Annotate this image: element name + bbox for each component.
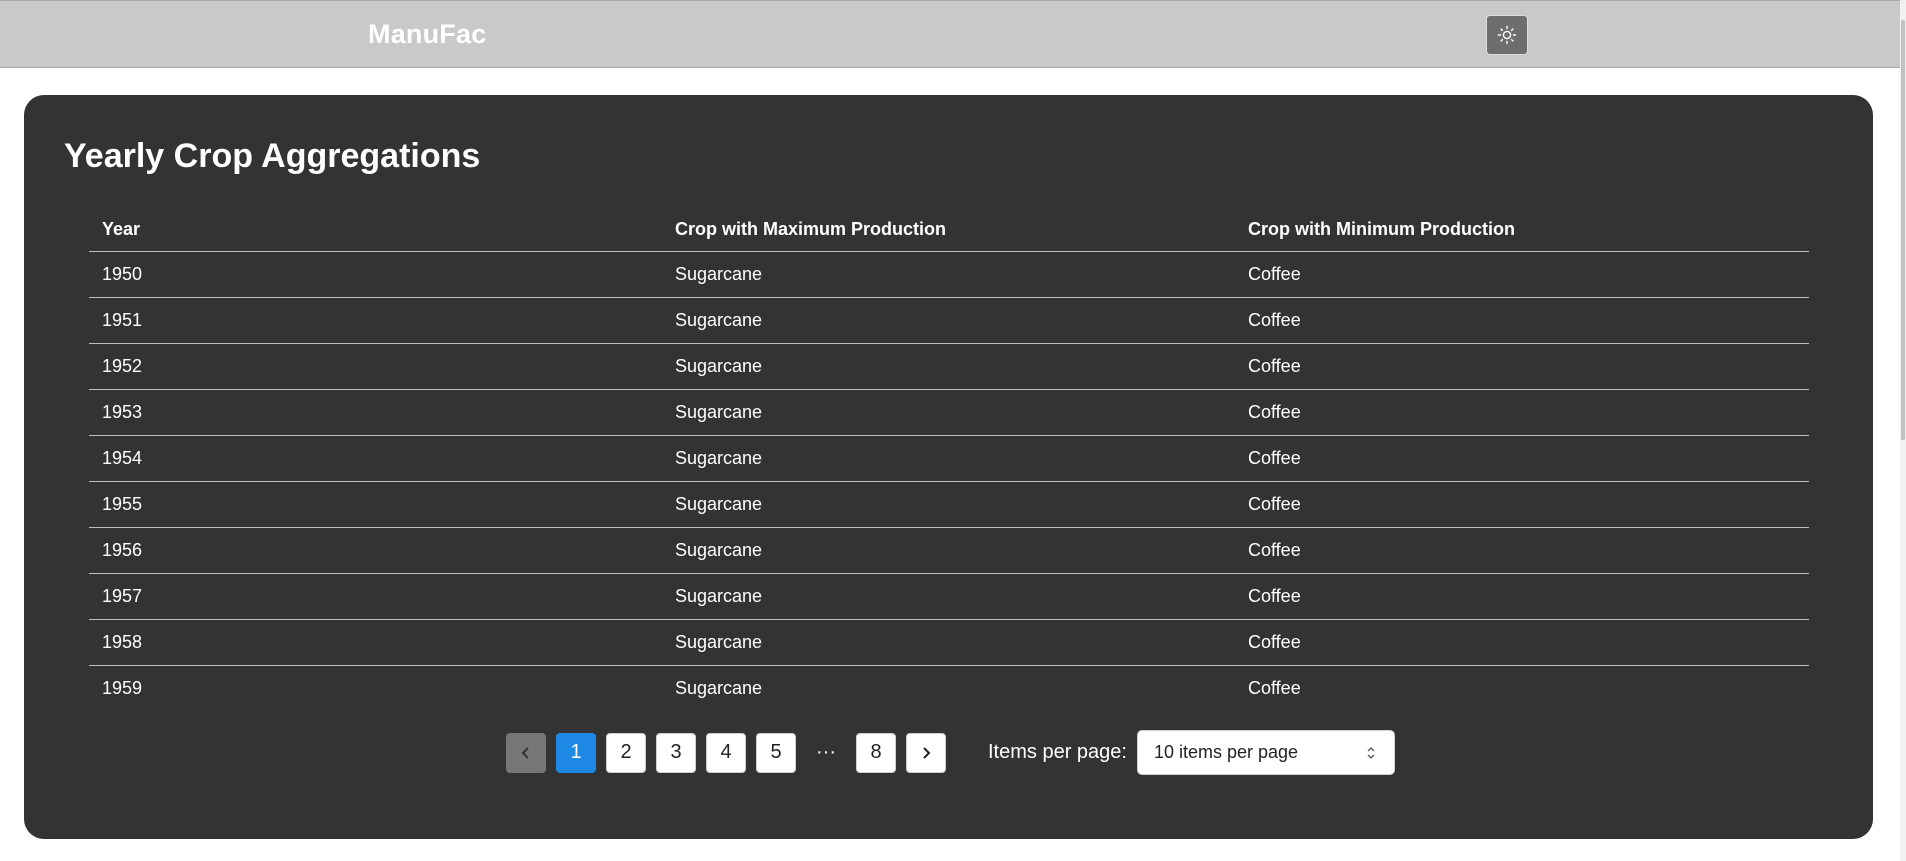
top-navbar: ManuFac bbox=[0, 0, 1900, 68]
cell-year: 1954 bbox=[89, 435, 662, 482]
page-scrollbar[interactable] bbox=[1900, 0, 1906, 861]
items-per-page-select[interactable]: 10 items per page bbox=[1136, 730, 1395, 775]
theme-toggle-button[interactable] bbox=[1486, 15, 1528, 55]
cell-min-crop: Coffee bbox=[1235, 435, 1809, 482]
table-row: 1958 Sugarcane Coffee bbox=[89, 619, 1809, 666]
next-page-button[interactable] bbox=[906, 732, 946, 773]
table-row: 1956 Sugarcane Coffee bbox=[89, 527, 1809, 574]
page-button-4[interactable]: 4 bbox=[706, 732, 746, 773]
items-per-page-label: Items per page: bbox=[988, 741, 1127, 763]
chevron-left-icon bbox=[521, 746, 529, 759]
page-button-last[interactable]: 8 bbox=[856, 732, 896, 773]
cell-min-crop: Coffee bbox=[1248, 678, 1301, 698]
cell-max-crop: Sugarcane bbox=[662, 297, 1235, 344]
cell-year: 1952 bbox=[89, 343, 662, 390]
page-title: Yearly Crop Aggregations bbox=[64, 137, 481, 175]
table-row: 1953 Sugarcane Coffee bbox=[89, 389, 1809, 436]
cell-min-crop: Coffee bbox=[1235, 343, 1809, 390]
page-button-1[interactable]: 1 bbox=[556, 732, 596, 773]
sun-icon bbox=[1497, 25, 1517, 45]
cell-year: 1956 bbox=[89, 527, 662, 574]
cell-min-crop: Coffee bbox=[1235, 251, 1809, 298]
table-row: 1950 Sugarcane Coffee bbox=[89, 251, 1809, 298]
scrollbar-thumb[interactable] bbox=[1901, 20, 1905, 440]
cell-year: 1958 bbox=[89, 619, 662, 666]
cell-min-crop: Coffee bbox=[1235, 527, 1809, 574]
pagination-ellipsis: ··· bbox=[816, 741, 836, 763]
page-button-3[interactable]: 3 bbox=[656, 732, 696, 773]
table-row: 1954 Sugarcane Coffee bbox=[89, 435, 1809, 482]
column-header-min-crop: Crop with Minimum Production bbox=[1235, 207, 1809, 252]
cell-year: 1959 bbox=[102, 678, 143, 698]
column-header-max-crop: Crop with Maximum Production bbox=[662, 207, 1235, 252]
page: ManuFac Yearly Crop Aggregations Year Cr… bbox=[0, 0, 1906, 861]
previous-page-button[interactable] bbox=[506, 732, 546, 773]
cell-max-crop: Sugarcane bbox=[662, 619, 1235, 666]
cell-max-crop: Sugarcane bbox=[662, 343, 1235, 390]
cell-min-crop: Coffee bbox=[1235, 389, 1809, 436]
cell-max-crop: Sugarcane bbox=[662, 573, 1235, 620]
cell-max-crop: Sugarcane bbox=[662, 435, 1235, 482]
items-per-page-value: 10 items per page bbox=[1153, 742, 1299, 762]
chevron-right-icon bbox=[923, 746, 931, 759]
brand-logo-text[interactable]: ManuFac bbox=[368, 19, 486, 50]
table-header-row: Year Crop with Maximum Production Crop w… bbox=[89, 207, 1809, 252]
column-header-year: Year bbox=[89, 207, 662, 252]
cell-year: 1955 bbox=[89, 481, 662, 528]
aggregations-table: Year Crop with Maximum Production Crop w… bbox=[89, 207, 1809, 711]
table-row: 1955 Sugarcane Coffee bbox=[89, 481, 1809, 528]
table-row: 1959 Sugarcane Coffee bbox=[89, 666, 1809, 712]
table-row: 1952 Sugarcane Coffee bbox=[89, 343, 1809, 390]
cell-max-crop: Sugarcane bbox=[662, 389, 1235, 436]
cell-max-crop: Sugarcane bbox=[662, 251, 1235, 298]
cell-year: 1951 bbox=[89, 297, 662, 344]
aggregations-card: Yearly Crop Aggregations Year Crop with … bbox=[24, 95, 1873, 839]
cell-min-crop: Coffee bbox=[1235, 481, 1809, 528]
cell-max-crop: Sugarcane bbox=[662, 527, 1235, 574]
table-row: 1951 Sugarcane Coffee bbox=[89, 297, 1809, 344]
cell-year: 1953 bbox=[89, 389, 662, 436]
cell-year: 1957 bbox=[89, 573, 662, 620]
page-button-2[interactable]: 2 bbox=[606, 732, 646, 773]
cell-max-crop: Sugarcane bbox=[675, 678, 763, 698]
updown-chevron-icon bbox=[1367, 747, 1375, 759]
cell-min-crop: Coffee bbox=[1235, 573, 1809, 620]
table-row: 1957 Sugarcane Coffee bbox=[89, 573, 1809, 620]
pagination: 1 2 3 4 5 ··· 8 Items per page: 10 items… bbox=[506, 730, 1395, 775]
cell-max-crop: Sugarcane bbox=[662, 481, 1235, 528]
cell-min-crop: Coffee bbox=[1235, 297, 1809, 344]
cell-min-crop: Coffee bbox=[1235, 619, 1809, 666]
cell-year: 1950 bbox=[89, 251, 662, 298]
page-button-5[interactable]: 5 bbox=[756, 732, 796, 773]
